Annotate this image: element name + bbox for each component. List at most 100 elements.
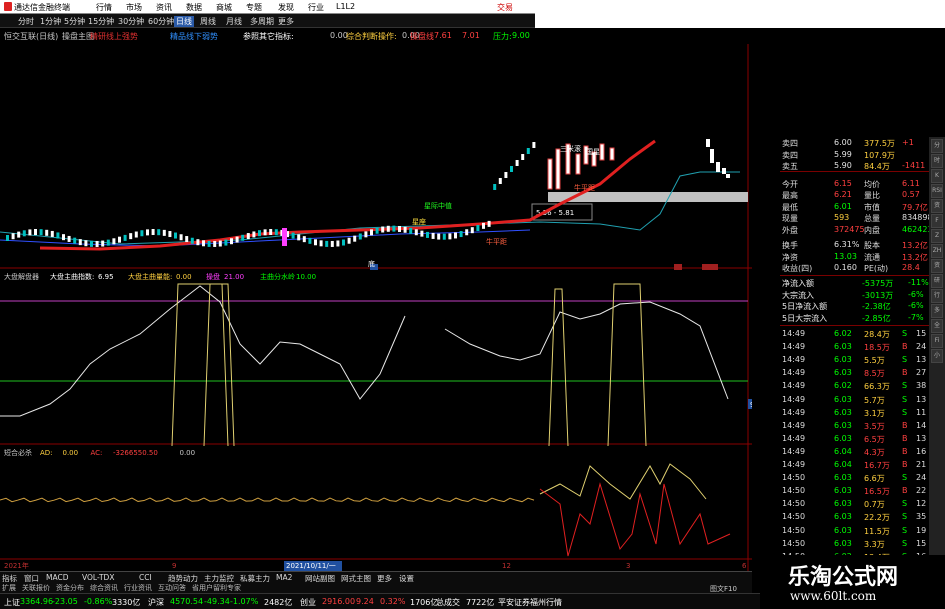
tick-side: S	[902, 394, 908, 404]
indicator-tab[interactable]: VOL-TDX	[82, 573, 114, 582]
period-tab[interactable]: 月线	[226, 16, 242, 27]
menu-item[interactable]: 专题	[246, 2, 262, 13]
candle	[174, 232, 177, 239]
side-tool-icon[interactable]: 资	[931, 199, 943, 213]
menu-item[interactable]: 行业	[308, 2, 324, 13]
tick-side: S	[902, 473, 908, 483]
period-tab[interactable]: 60分钟	[148, 16, 174, 27]
candle	[308, 237, 312, 244]
period-tab[interactable]: 15分钟	[88, 16, 114, 27]
quote-panel: 卖四 6.00 377.5万 +1 卖四 5.99 107.9万 卖五 5.90 84.4万 -14…	[752, 137, 945, 577]
indicator-tab[interactable]: MACD	[46, 573, 68, 582]
market-value: 创业	[300, 598, 316, 607]
period-tab[interactable]: 5分钟	[64, 16, 85, 27]
period-tab[interactable]: 30分钟	[118, 16, 144, 27]
tick-row: 14:49 6.03 6.5万 B 13	[752, 433, 945, 445]
candle	[487, 220, 491, 227]
tick-side: B	[902, 446, 908, 456]
side-tool-icon[interactable]: 全	[931, 319, 943, 333]
candle	[129, 233, 133, 240]
info-tab[interactable]: 扩展	[2, 583, 16, 593]
quote-row: 今开 6.15 均价 6.11	[752, 178, 945, 190]
status-value: 7.01	[462, 31, 480, 40]
quote-extra: 6.11	[902, 178, 920, 188]
tick-time: 14:49	[782, 460, 806, 469]
info-tab[interactable]: 行业资讯	[124, 583, 152, 593]
menu-item[interactable]: 市场	[126, 2, 142, 13]
side-tool-icon[interactable]: K	[931, 169, 943, 183]
side-tool-icon[interactable]: 研	[931, 274, 943, 288]
quote-vol: 107.9万	[864, 150, 895, 160]
period-tab[interactable]: 周线	[200, 16, 216, 27]
period-tab[interactable]: 更多	[278, 16, 294, 27]
menu-item[interactable]: 发现	[278, 2, 294, 13]
tick-row: 14:49 6.03 18.5万 B 24	[752, 341, 945, 353]
period-tab[interactable]: 分时	[18, 16, 34, 27]
info-tab[interactable]: 资金分布	[56, 583, 84, 593]
tick-side: S	[902, 407, 908, 417]
tick-price: 6.03	[834, 355, 852, 365]
tick-time: 14:50	[782, 486, 806, 496]
side-tool-icon[interactable]: Fi	[931, 334, 943, 348]
quote-vol: 股本	[864, 241, 880, 250]
date-cursor-label: 2021/10/11/一	[286, 562, 336, 570]
flow-row: 净流入额 -5375万 -11%	[752, 277, 945, 289]
candle	[106, 239, 110, 246]
indicator-tab[interactable]: MA2	[276, 573, 292, 582]
menu-item[interactable]: 资讯	[156, 2, 172, 13]
side-tool-icon[interactable]: RSI	[931, 184, 943, 198]
menu-item[interactable]: L1L2	[336, 2, 355, 11]
menu-item[interactable]: 数据	[186, 2, 202, 13]
period-tab[interactable]: 1分钟	[40, 16, 61, 27]
trade-button[interactable]: 交易	[497, 2, 513, 13]
candle	[274, 229, 278, 236]
side-tool-icon[interactable]: 时	[931, 154, 943, 168]
candle	[726, 174, 730, 178]
panel-value: AC:	[91, 449, 103, 457]
side-tool-icon[interactable]: 小	[931, 349, 943, 363]
menu-item[interactable]: 行情	[96, 2, 112, 13]
signal-block	[282, 228, 287, 246]
candle	[39, 229, 43, 236]
candle	[381, 226, 385, 233]
period-tab[interactable]: 日线	[174, 16, 194, 27]
chart-annotation: 星座	[412, 217, 426, 226]
tick-price: 6.03	[834, 420, 852, 430]
side-tool-icon[interactable]: 行	[931, 289, 943, 303]
candle	[62, 234, 65, 241]
info-tab[interactable]: 省用户留利专家	[192, 583, 241, 593]
flow-value: -5375万	[862, 279, 894, 288]
menu-item[interactable]: 商城	[216, 2, 232, 13]
info-tab[interactable]: 关联报价	[22, 583, 50, 593]
panel-value: 主曲分水岭	[260, 272, 295, 281]
tick-price: 6.03	[834, 407, 852, 417]
side-tool-icon[interactable]: F	[931, 214, 943, 228]
candle	[609, 147, 615, 161]
period-tab[interactable]: 多周期	[250, 16, 274, 27]
quote-vol: 流通	[864, 252, 880, 262]
status-value: 综合判断操作:	[346, 32, 397, 41]
panel-title: 大盘解盘器	[4, 272, 39, 281]
candle	[353, 235, 357, 242]
tick-count: 27	[916, 368, 927, 378]
side-tool-icon[interactable]: Z	[931, 229, 943, 243]
candle	[325, 240, 329, 247]
tick-side: B	[902, 368, 908, 378]
status-value: 操盘线	[410, 32, 434, 41]
divider	[780, 325, 945, 326]
candle	[230, 238, 233, 245]
candle	[476, 224, 480, 231]
candle	[118, 236, 121, 243]
info-tab[interactable]: 综合资讯	[90, 583, 118, 593]
info-tab[interactable]: 互动问答	[158, 583, 186, 593]
f10-link[interactable]: 图文F10	[710, 584, 737, 594]
chart-area[interactable]: 7.006.506.005.505.004.504.005.36 - 5.81三…	[0, 44, 752, 571]
side-tool-icon[interactable]: 多	[931, 304, 943, 318]
side-tool-icon[interactable]: ZH	[931, 244, 943, 258]
candle	[146, 229, 149, 236]
side-tool-icon[interactable]: 分	[931, 139, 943, 153]
quote-vol: 均价	[864, 179, 880, 189]
side-tool-icon[interactable]: 资	[931, 259, 943, 273]
candle	[465, 229, 469, 236]
indicator-tab[interactable]: CCI	[139, 573, 152, 582]
